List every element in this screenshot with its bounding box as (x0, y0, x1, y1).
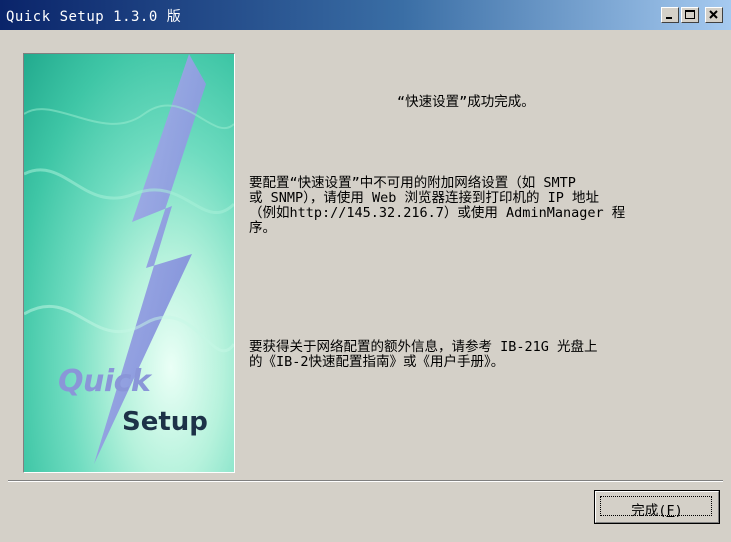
completion-heading: “快速设置”成功完成。 (397, 94, 535, 110)
additional-settings-text: 要配置“快速设置”中不可用的附加网络设置（如 SMTP 或 SNMP），请使用 … (249, 175, 626, 236)
maximize-button[interactable] (681, 7, 699, 23)
finish-button[interactable]: 完成(F) (594, 490, 720, 524)
minimize-icon (666, 17, 672, 19)
more-info-text: 要获得关于网络配置的额外信息，请参考 IB-21G 光盘上 的《IB-2快速配置… (249, 339, 598, 370)
close-icon (709, 10, 718, 19)
minimize-button[interactable] (661, 7, 679, 23)
close-button[interactable] (705, 7, 723, 23)
finish-button-label: 完成(F) (595, 499, 719, 519)
quick-setup-banner: Quick Setup (23, 53, 235, 473)
logo-setup-text: Setup (122, 407, 208, 437)
quick-setup-dialog: Quick Setup 1.3.0 版 Quick Setup “快速设置”成功… (0, 0, 731, 542)
maximize-icon (685, 10, 695, 19)
window-title: Quick Setup 1.3.0 版 (6, 9, 182, 25)
finish-accelerator-key: F (666, 503, 675, 519)
title-bar[interactable]: Quick Setup 1.3.0 版 (0, 0, 731, 30)
finish-key-close: ) (674, 503, 683, 519)
separator-highlight (8, 481, 723, 482)
finish-label-text: 完成 (631, 503, 659, 519)
logo-quick-text: Quick (58, 364, 151, 399)
